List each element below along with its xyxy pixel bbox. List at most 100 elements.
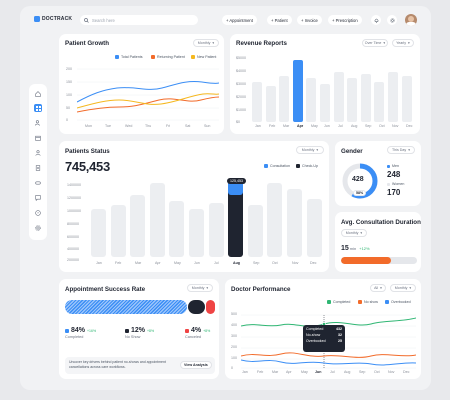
y-tick: 1200000	[67, 196, 81, 200]
patients-status-filter[interactable]: Monthly ▾	[296, 146, 324, 154]
add-invoice-button[interactable]: + Invoice	[297, 15, 322, 25]
women-value: 170	[387, 188, 401, 197]
bell-icon[interactable]	[371, 15, 381, 25]
revenue-bar[interactable]	[265, 86, 276, 122]
status-bar[interactable]	[287, 189, 302, 257]
gender-total: 428	[352, 176, 364, 183]
y-tick: $0	[236, 120, 240, 124]
revenue-bar[interactable]	[374, 82, 385, 122]
legend-overbooked: Overbooked	[385, 300, 411, 304]
x-tick: Jan	[255, 124, 261, 128]
doctor-tooltip: Completed 432 No-show 32 Overbooked 25	[303, 325, 345, 352]
x-tick: Sep	[253, 261, 260, 265]
add-prescription-button[interactable]: + Prescription	[328, 15, 362, 25]
status-bar[interactable]	[267, 183, 283, 257]
home-icon[interactable]	[34, 90, 42, 98]
gear-icon[interactable]	[387, 15, 397, 25]
y-tick: 0	[66, 118, 68, 122]
status-bar[interactable]	[208, 203, 224, 257]
x-tick: Sun	[204, 124, 211, 128]
x-tick: Fri	[166, 124, 171, 128]
noshow-segment	[188, 300, 205, 314]
revenue-bar[interactable]	[279, 76, 290, 122]
doctor-scope-filter[interactable]: All ▾	[370, 284, 386, 292]
revenue-bar[interactable]	[360, 74, 371, 122]
document-icon[interactable]	[34, 164, 42, 172]
y-tick: $2000	[236, 95, 246, 99]
revenue-bar[interactable]	[401, 76, 412, 122]
completed-segment	[65, 300, 187, 314]
status-bar[interactable]	[110, 205, 126, 257]
consultation-card: Avg. Consultation Duration Monthly ▾ 15 m…	[335, 212, 421, 272]
logo-icon	[34, 16, 40, 22]
consultation-change: +12%	[359, 246, 370, 251]
revenue-bar[interactable]	[292, 60, 303, 122]
x-tick: Jun	[324, 124, 330, 128]
help-icon[interactable]: ?	[34, 209, 42, 217]
doctor-period-filter[interactable]: Monthly ▾	[390, 284, 416, 292]
y-tick: 200000	[67, 258, 79, 262]
x-tick: Dec	[403, 370, 410, 374]
view-analysis-button[interactable]: View Analysis	[180, 361, 212, 369]
legend-returning: Returning Patient	[151, 55, 185, 59]
x-tick: Thu	[145, 124, 152, 128]
status-bar[interactable]	[228, 179, 244, 257]
chevron-down-icon: ▾	[408, 41, 410, 45]
x-tick: Nov	[388, 370, 395, 374]
x-tick: Aug	[344, 370, 351, 374]
revenue-bar[interactable]	[388, 72, 398, 122]
status-bar[interactable]	[306, 199, 322, 257]
revenue-bar[interactable]	[252, 82, 262, 122]
search-bar[interactable]: Search here	[80, 15, 198, 25]
status-bar[interactable]	[247, 205, 263, 257]
y-tick: 1000000	[67, 209, 81, 213]
status-bar[interactable]	[169, 201, 185, 257]
status-bar[interactable]	[91, 209, 106, 257]
search-placeholder[interactable]: Search here	[92, 18, 115, 23]
y-tick: 0	[231, 366, 233, 370]
user-icon[interactable]	[34, 149, 42, 157]
y-tick: $5000	[236, 56, 246, 60]
x-tick: Jan	[96, 261, 102, 265]
grid-icon[interactable]	[34, 104, 42, 112]
y-tick: 600000	[67, 235, 79, 239]
chevron-down-icon: ▾	[408, 148, 410, 152]
gender-filter[interactable]: This Day ▾	[387, 146, 415, 154]
revenue-bar[interactable]	[333, 72, 344, 122]
legend-new: New Patient	[191, 55, 216, 59]
chat-icon[interactable]	[34, 194, 42, 202]
noshow-stat: 12% +8% No Show	[125, 327, 155, 339]
status-bar[interactable]	[189, 209, 204, 257]
y-tick: 1400000	[67, 183, 81, 187]
card-title: Patients Status	[65, 148, 110, 155]
revenue-bar[interactable]	[347, 78, 358, 122]
users-icon[interactable]	[34, 119, 42, 127]
logo[interactable]: DOCTRACK	[34, 16, 72, 22]
consultation-filter[interactable]: Monthly ▾	[341, 229, 367, 237]
calendar-icon[interactable]	[34, 134, 42, 142]
y-tick: 100	[66, 93, 72, 97]
settings-icon[interactable]	[34, 224, 42, 232]
revenue-period-filter[interactable]: Yearly ▾	[392, 39, 414, 47]
pill-icon[interactable]	[34, 179, 42, 187]
chevron-down-icon: ▾	[380, 286, 382, 290]
x-tick: Wed	[125, 124, 133, 128]
card-title: Avg. Consultation Duration	[341, 219, 421, 226]
y-tick: 50	[66, 106, 70, 110]
add-patient-button[interactable]: + Patient	[267, 15, 292, 25]
avatar[interactable]	[405, 14, 417, 26]
y-tick: 100	[231, 356, 237, 360]
patients-status-card: Patients Status Monthly ▾ 745,453 Consult…	[59, 141, 329, 272]
patient-growth-filter[interactable]: Monthly ▾	[193, 39, 219, 47]
x-tick: Jul	[214, 261, 219, 265]
patient-growth-lines	[77, 68, 219, 121]
x-tick: Jan	[242, 370, 248, 374]
add-appointment-button[interactable]: + Appointment	[222, 15, 257, 25]
x-tick: Oct	[272, 261, 278, 265]
revenue-bar[interactable]	[306, 78, 317, 122]
status-bar[interactable]	[149, 183, 165, 257]
revenue-bar[interactable]	[320, 84, 330, 122]
success-filter[interactable]: Monthly ▾	[187, 284, 213, 292]
revenue-range-filter[interactable]: Over Time ▾	[362, 39, 388, 47]
status-bar[interactable]	[130, 195, 146, 257]
